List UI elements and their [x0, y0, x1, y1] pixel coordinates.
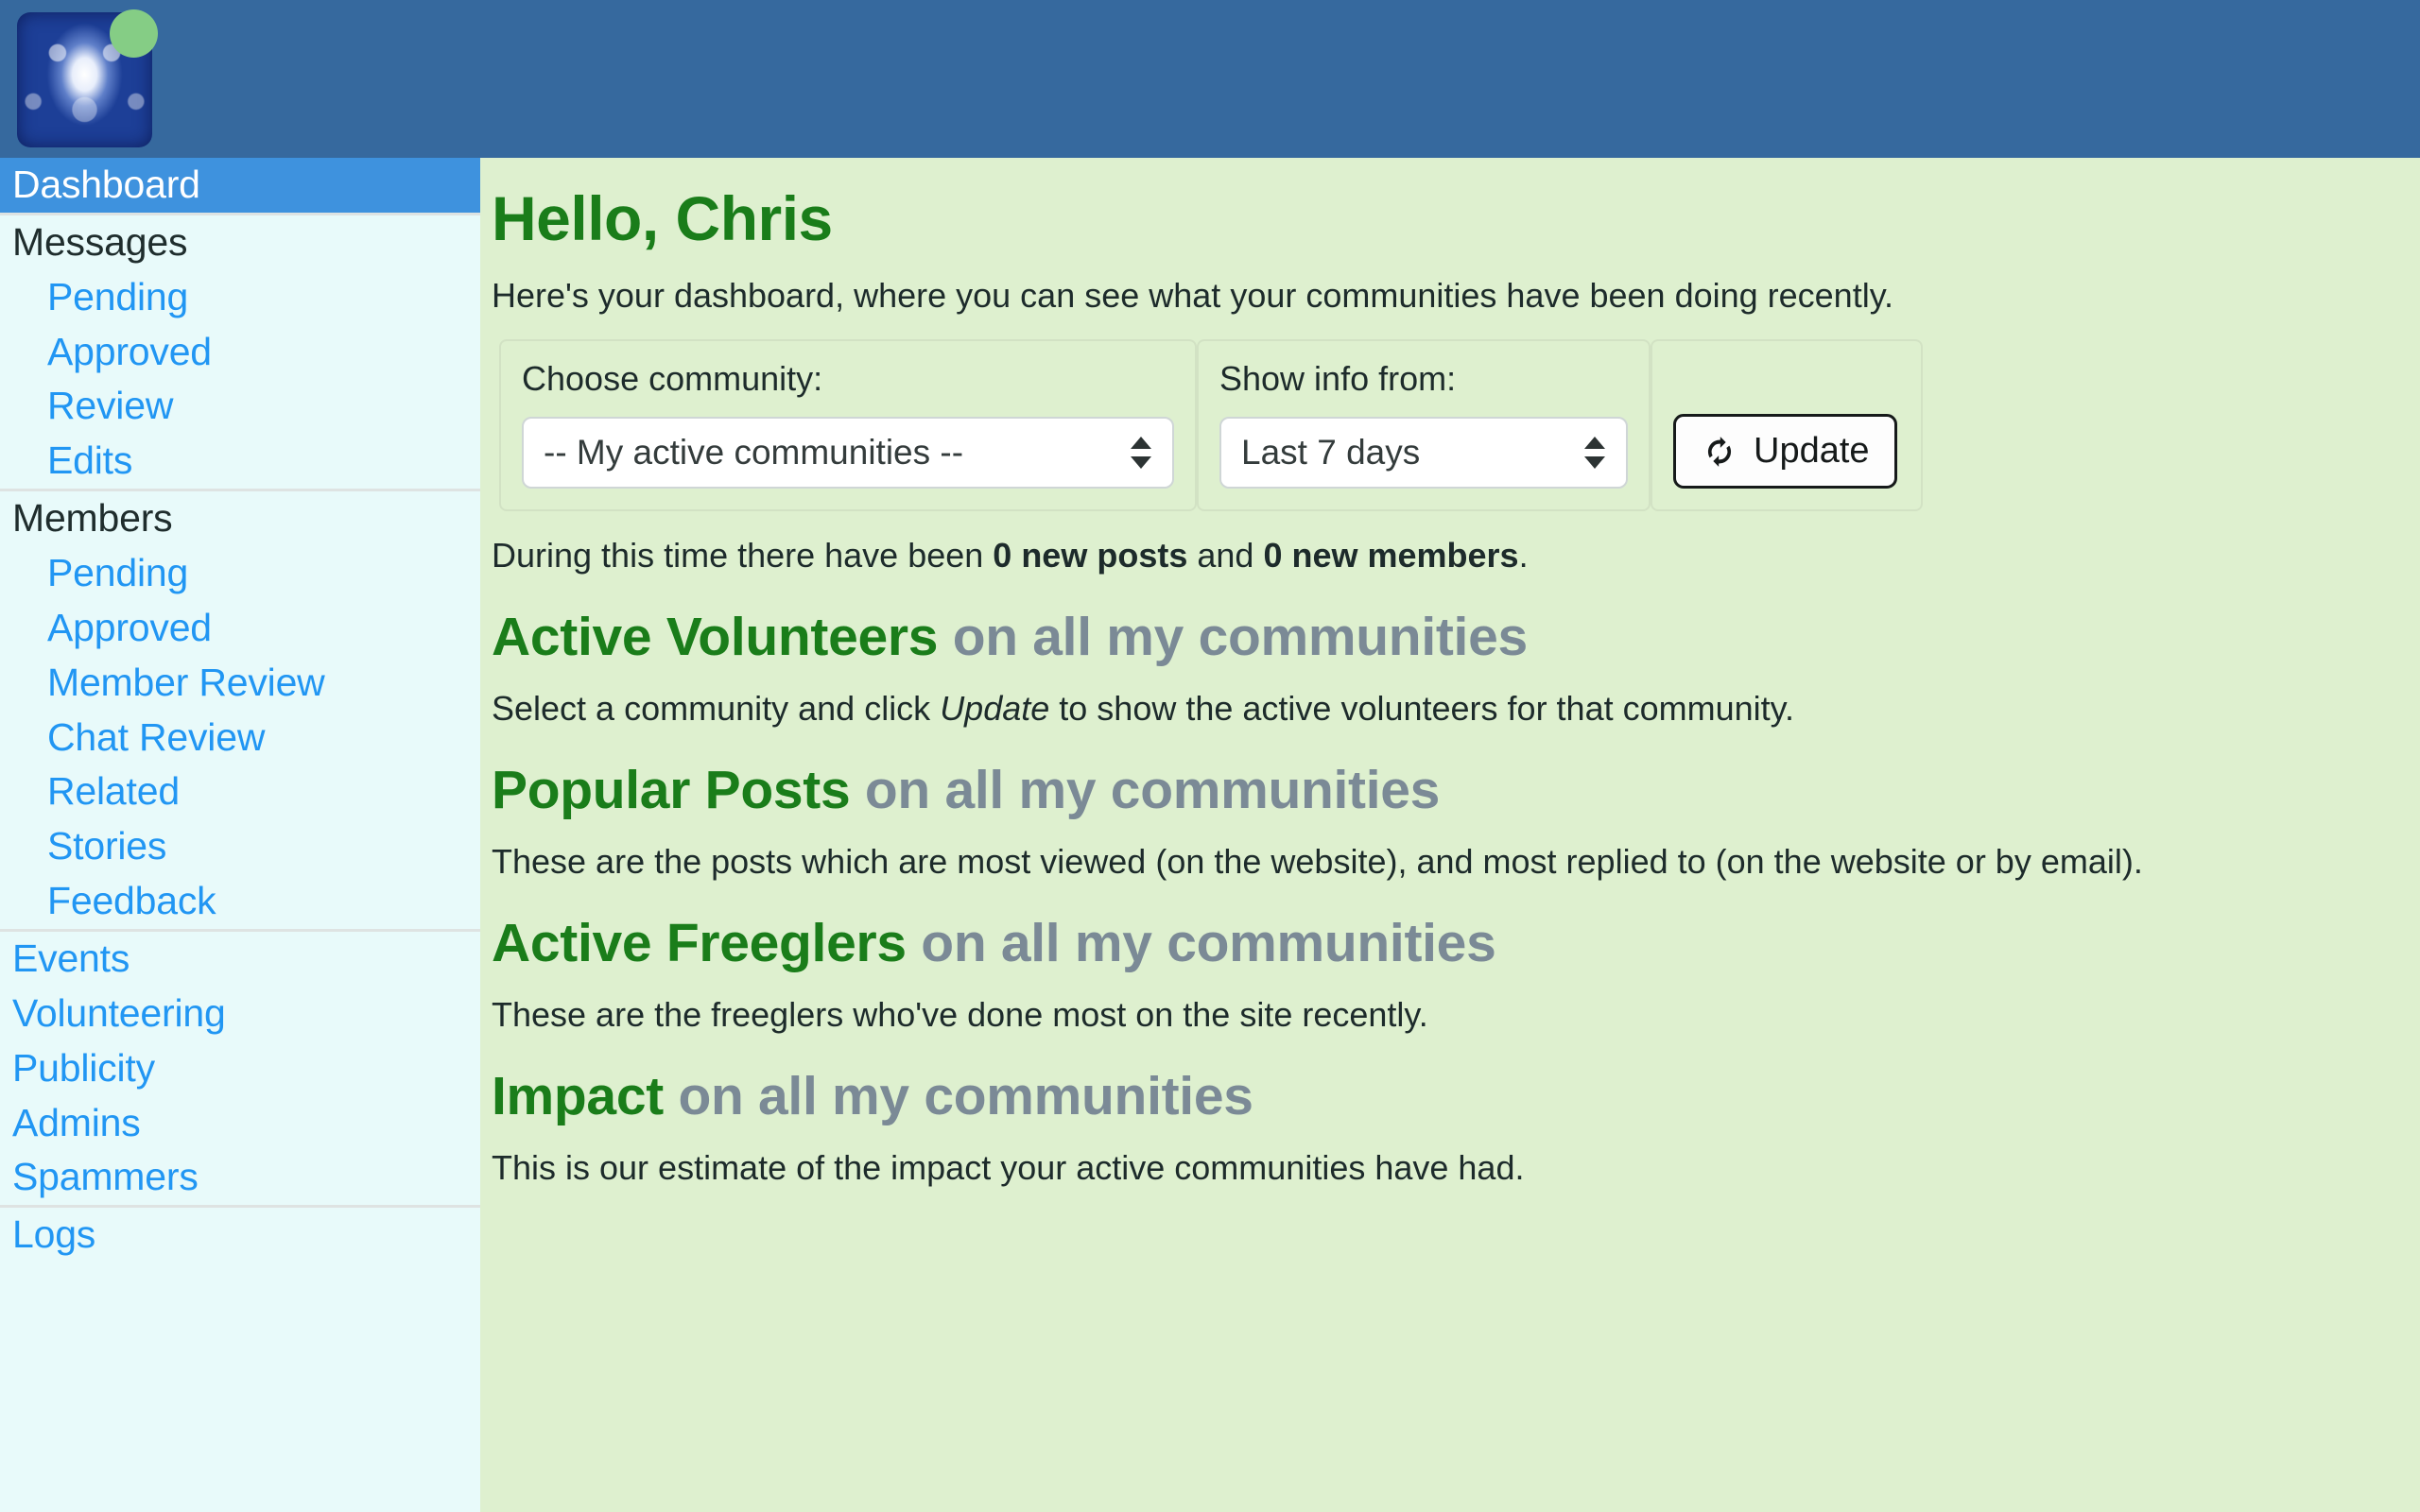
online-status-dot — [110, 9, 158, 58]
sidebar-item-events[interactable]: Events — [0, 932, 480, 987]
sidebar-item-dashboard[interactable]: Dashboard — [0, 158, 480, 213]
section-title-scope: on all my communities — [906, 913, 1496, 973]
sidebar-item-messages-approved[interactable]: Approved — [0, 325, 480, 380]
section-title-active-volunteers: Active Volunteers on all my communities — [492, 606, 2420, 668]
main-content: Hello, Chris Here's your dashboard, wher… — [488, 158, 2420, 1512]
sidebar-item-member-review[interactable]: Member Review — [0, 656, 480, 711]
period-select[interactable]: Last 7 days — [1219, 417, 1628, 489]
sidebar-heading-messages: Messages — [12, 219, 188, 264]
update-button[interactable]: Update — [1673, 414, 1897, 489]
sidebar-item-feedback[interactable]: Feedback — [0, 874, 480, 929]
sidebar-heading-members: Members — [12, 496, 173, 541]
section-body-emphasis: Update — [940, 689, 1050, 728]
sidebar-section-tools: Events Volunteering Publicity Admins Spa… — [0, 932, 480, 1209]
top-header-bar — [0, 0, 2420, 158]
section-title-scope: on all my communities — [663, 1066, 1253, 1126]
sidebar-section-messages: Messages Pending Approved Review Edits — [0, 215, 480, 492]
period-filter-card: Show info from: Last 7 days — [1197, 339, 1651, 511]
sidebar-item-members-pending[interactable]: Pending — [0, 546, 480, 601]
summary-new-posts: 0 new posts — [993, 536, 1188, 575]
section-title-scope: on all my communities — [850, 760, 1441, 820]
summary-suffix: . — [1518, 536, 1529, 575]
filter-toolbar: Choose community: -- My active communiti… — [499, 339, 1927, 511]
update-action-card: Update — [1651, 339, 1923, 511]
section-body-active-freeglers: These are the freeglers who've done most… — [492, 995, 2420, 1035]
period-filter-label: Show info from: — [1219, 359, 1457, 398]
sidebar-item-stories[interactable]: Stories — [0, 819, 480, 874]
period-select-value: Last 7 days — [1241, 433, 1421, 472]
section-body-active-volunteers: Select a community and click Update to s… — [492, 689, 2420, 729]
sidebar-item-messages-pending[interactable]: Pending — [0, 270, 480, 325]
section-title-main: Active Freeglers — [492, 913, 907, 973]
sidebar-item-spammers[interactable]: Spammers — [0, 1150, 480, 1205]
section-body-impact: This is our estimate of the impact your … — [492, 1148, 2420, 1188]
section-title-impact: Impact on all my communities — [492, 1065, 2420, 1127]
sidebar-item-chat-review[interactable]: Chat Review — [0, 711, 480, 765]
section-title-popular-posts: Popular Posts on all my communities — [492, 759, 2420, 821]
section-body-before: Select a community and click — [492, 689, 941, 728]
sidebar-section-dashboard: Dashboard — [0, 158, 480, 215]
sidebar-item-admins[interactable]: Admins — [0, 1096, 480, 1151]
section-body-before: This is our estimate of the impact your … — [492, 1148, 1525, 1187]
sidebar-item-messages-edits[interactable]: Edits — [0, 434, 480, 489]
intro-text: Here's your dashboard, where you can see… — [492, 276, 1894, 315]
page-title: Hello, Chris — [492, 183, 833, 253]
sidebar-item-publicity[interactable]: Publicity — [0, 1041, 480, 1096]
refresh-icon — [1701, 433, 1738, 471]
section-title-main: Impact — [492, 1066, 664, 1126]
update-button-label: Update — [1754, 431, 1870, 471]
sidebar-item-messages-review[interactable]: Review — [0, 379, 480, 434]
activity-summary: During this time there have been 0 new p… — [492, 536, 2420, 576]
community-select-value: -- My active communities -- — [544, 433, 964, 472]
section-title-main: Active Volunteers — [492, 607, 939, 667]
chevron-updown-icon — [1131, 437, 1151, 469]
sidebar-item-related[interactable]: Related — [0, 765, 480, 819]
community-filter-label: Choose community: — [522, 359, 823, 398]
sidebar-item-members-approved[interactable]: Approved — [0, 601, 480, 656]
section-body-after: to show the active volunteers for that c… — [1049, 689, 1794, 728]
summary-new-members: 0 new members — [1263, 536, 1519, 575]
sidebar-item-logs[interactable]: Logs — [0, 1208, 480, 1263]
chevron-updown-icon — [1584, 437, 1605, 469]
section-body-popular-posts: These are the posts which are most viewe… — [492, 842, 2420, 882]
community-filter-card: Choose community: -- My active communiti… — [499, 339, 1197, 511]
summary-middle: and — [1187, 536, 1264, 575]
section-title-main: Popular Posts — [492, 760, 851, 820]
sidebar-nav: Dashboard Messages Pending Approved Revi… — [0, 158, 480, 1512]
sidebar-item-volunteering[interactable]: Volunteering — [0, 987, 480, 1041]
section-body-before: These are the posts which are most viewe… — [492, 842, 2143, 881]
community-select[interactable]: -- My active communities -- — [522, 417, 1174, 489]
section-title-active-freeglers: Active Freeglers on all my communities — [492, 912, 2420, 974]
section-body-before: These are the freeglers who've done most… — [492, 995, 1428, 1034]
sidebar-section-logs: Logs — [0, 1208, 480, 1263]
avatar[interactable] — [17, 9, 158, 147]
section-title-scope: on all my communities — [938, 607, 1528, 667]
sidebar-section-members: Members Pending Approved Member Review C… — [0, 491, 480, 933]
summary-prefix: During this time there have been — [492, 536, 994, 575]
